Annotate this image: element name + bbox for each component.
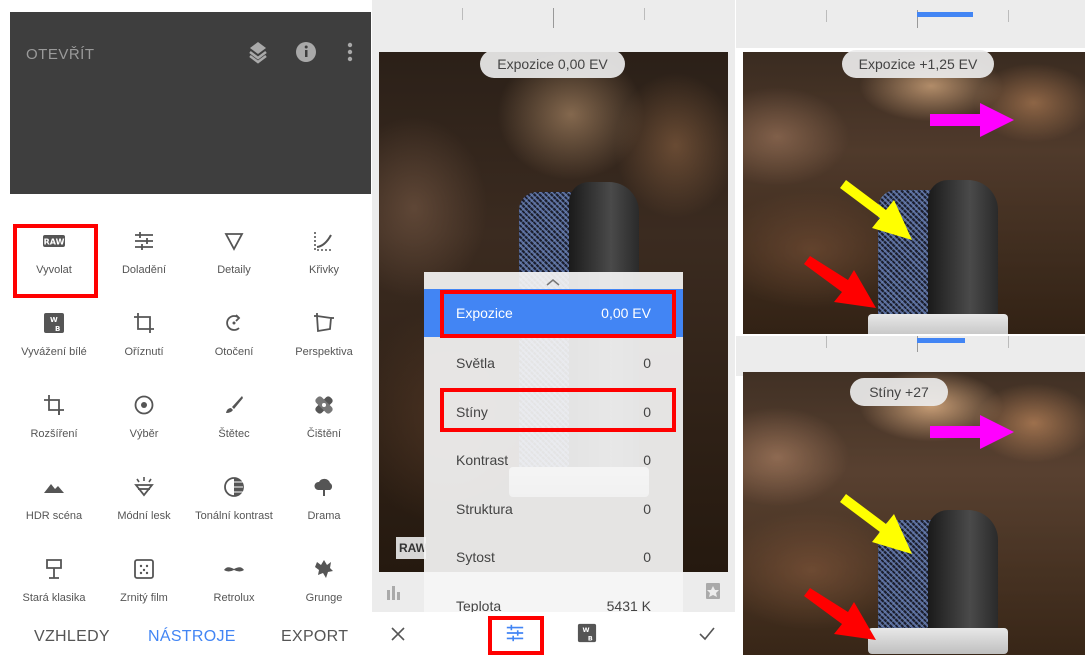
- tool-stetec[interactable]: Štětec: [188, 384, 280, 462]
- tool-detaily[interactable]: Detaily: [188, 220, 280, 298]
- middle-ruler: [736, 336, 1085, 376]
- top-ruler-3: [736, 0, 1085, 48]
- magenta-arrow: [930, 103, 1014, 137]
- tool-otoceni[interactable]: Otočení: [188, 302, 280, 380]
- tool-oriznuti[interactable]: Oříznutí: [98, 302, 190, 380]
- compare-icon[interactable]: [705, 582, 721, 600]
- comparison-panel: Expozice +1,25 EV Stíny +27: [736, 0, 1085, 655]
- triangle-down-icon: [224, 233, 244, 251]
- top-ruler: [372, 0, 735, 48]
- expand-icon: [44, 395, 64, 415]
- tool-vyber[interactable]: Výběr: [98, 384, 190, 462]
- image-preview-area: OTEVŘÍT: [10, 12, 371, 194]
- yellow-arrow: [840, 180, 912, 240]
- raw-badge: RAW: [396, 537, 427, 559]
- tab-looks[interactable]: VZHLEDY: [34, 628, 110, 646]
- healing-icon: [315, 396, 333, 414]
- tool-doladeni[interactable]: Doladění: [98, 220, 190, 298]
- close-icon[interactable]: [390, 626, 406, 642]
- grunge-icon: [315, 560, 333, 578]
- white-balance-icon[interactable]: WB: [577, 623, 597, 643]
- tune-icon: [135, 232, 153, 250]
- menu-row-struktura[interactable]: Struktura 0: [424, 485, 683, 533]
- lamp-icon: [46, 559, 62, 579]
- menu-row-svetla[interactable]: Světla 0: [424, 339, 683, 387]
- tonal-contrast-icon: [224, 477, 244, 497]
- tool-vyvazeni-bile[interactable]: WB Vyvážení bílé: [8, 302, 100, 380]
- develop-bottom-bar: WB: [372, 612, 735, 655]
- magenta-arrow: [930, 415, 1014, 449]
- tool-rozsireni[interactable]: Rozšíření: [8, 384, 100, 462]
- exposure-value-pill: Expozice +1,25 EV: [842, 50, 994, 78]
- tool-tonalni-kontrast[interactable]: Tonální kontrast: [188, 466, 280, 544]
- more-vert-icon[interactable]: [338, 38, 362, 66]
- tool-drama[interactable]: Drama: [278, 466, 370, 544]
- chevron-up-icon[interactable]: [545, 277, 561, 287]
- cloud-icon: [314, 478, 333, 496]
- curves-icon: [314, 232, 333, 251]
- selective-icon: [134, 395, 154, 415]
- tool-modni-lesk[interactable]: Módní lesk: [98, 466, 190, 544]
- histogram-icon[interactable]: [386, 584, 404, 600]
- svg-text:W: W: [50, 316, 58, 324]
- crop-icon: [134, 313, 154, 333]
- exposure-value-pill: Expozice 0,00 EV: [480, 50, 625, 78]
- tool-cisteni[interactable]: Čištění: [278, 384, 370, 462]
- shadows-value-pill: Stíny +27: [850, 378, 948, 406]
- tab-export[interactable]: EXPORT: [281, 628, 348, 646]
- rotate-icon: [226, 314, 241, 331]
- open-button[interactable]: OTEVŘÍT: [26, 46, 95, 63]
- mustache-icon: [224, 567, 244, 572]
- highlight-box-stiny: [440, 388, 676, 432]
- glamour-icon: [134, 477, 154, 497]
- tab-tools[interactable]: NÁSTROJE: [148, 628, 236, 646]
- mountain-icon: [44, 484, 64, 493]
- brush-icon: [226, 396, 243, 413]
- highlight-box-expozice: [440, 290, 676, 338]
- highlight-box-tune: [488, 616, 544, 655]
- white-balance-icon: WB: [44, 313, 64, 333]
- bottom-navigation: VZHLEDY NÁSTROJE EXPORT: [0, 612, 371, 655]
- tool-hdr-scena[interactable]: HDR scéna: [8, 466, 100, 544]
- svg-text:B: B: [588, 635, 593, 642]
- yellow-arrow: [840, 494, 912, 554]
- perspective-icon: [314, 313, 334, 333]
- tools-panel: OTEVŘÍT RAW Vyvolat Doladění Detaily Kři…: [0, 0, 371, 655]
- red-arrow: [804, 256, 876, 308]
- red-arrow: [804, 588, 876, 640]
- highlight-box-vyvolat: [13, 224, 98, 298]
- menu-row-sytost[interactable]: Sytost 0: [424, 533, 683, 581]
- tool-krivky[interactable]: Křivky: [278, 220, 370, 298]
- check-icon[interactable]: [698, 626, 716, 642]
- tool-perspektiva[interactable]: Perspektiva: [278, 302, 370, 380]
- menu-row-kontrast[interactable]: Kontrast 0: [424, 436, 683, 484]
- svg-text:W: W: [582, 627, 589, 634]
- info-icon[interactable]: [294, 38, 318, 66]
- layers-icon[interactable]: [246, 38, 270, 66]
- grain-icon: [134, 559, 154, 579]
- svg-text:B: B: [55, 325, 60, 333]
